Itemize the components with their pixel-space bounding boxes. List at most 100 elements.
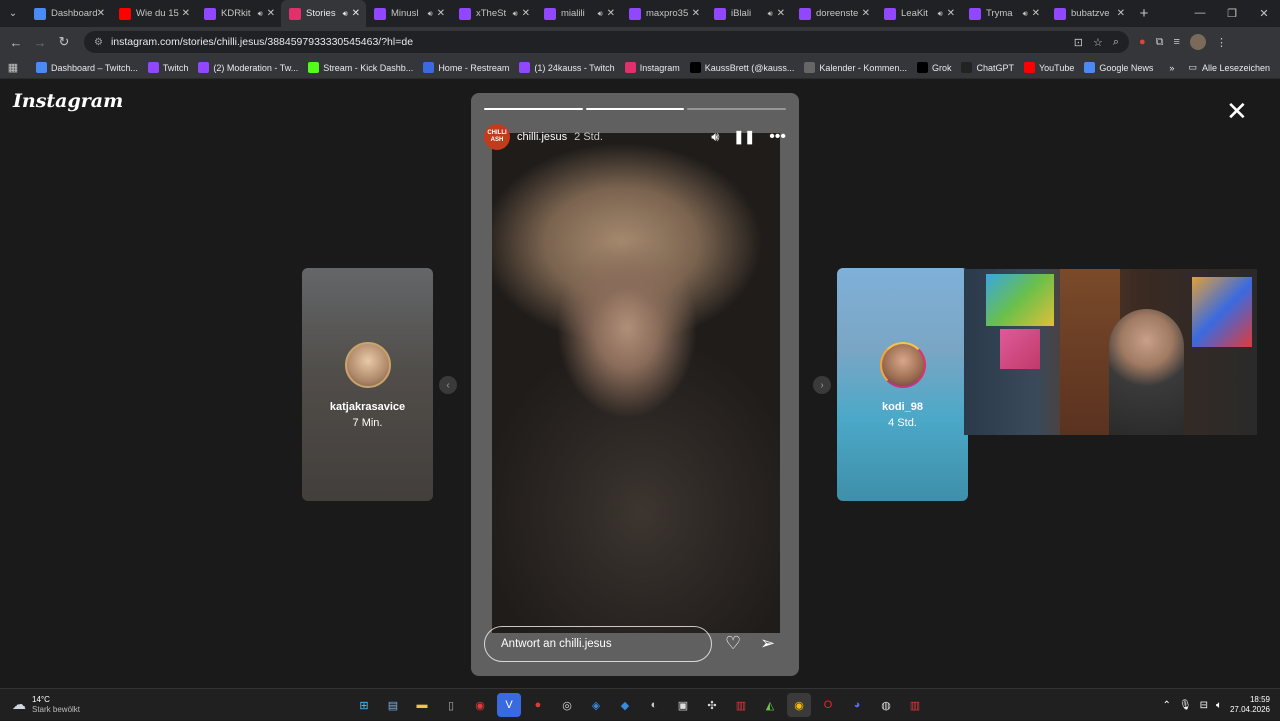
bookmark-item[interactable]: Stream - Kick Dashb... [308,62,413,73]
apps-grid-icon[interactable]: ▦ [0,61,26,74]
browser-tab[interactable]: mialili 🔊︎ ✕ [536,0,621,27]
browser-tab[interactable]: iBlali 🔊︎ ✕ [706,0,791,27]
speaker-icon[interactable]: 🔈︎ [1216,700,1222,711]
browser-tab[interactable]: Stories 🔊︎ ✕ [281,0,366,27]
tab-audio-icon[interactable]: 🔊︎ [768,9,773,19]
browser-tab[interactable]: Minusl 🔊︎ ✕ [366,0,451,27]
zoom-icon[interactable]: ⌕ [1113,36,1119,49]
close-tab-icon[interactable]: ✕ [97,8,105,19]
bookmark-item[interactable]: Twitch [147,62,188,73]
close-tab-icon[interactable]: ✕ [182,8,190,19]
browser-tab[interactable]: Wie du 15 ✕ [111,0,196,27]
file-explorer-icon[interactable]: ▬ [410,693,434,717]
app-red-icon[interactable]: ◉ [468,693,492,717]
bookmark-item[interactable]: (2) Moderation - Tw... [198,62,298,73]
minimize-icon[interactable]: — [1184,7,1216,20]
browser-tab[interactable]: Dashboard ✕ [26,0,111,27]
prev-story-arrow-icon[interactable]: ‹ [439,376,457,394]
tab-audio-icon[interactable]: 🔊︎ [258,9,263,19]
clock[interactable]: 18:59 27.04.2026 [1230,695,1270,715]
story-avatar[interactable]: CHILLI ASH [484,124,510,150]
media-control-icon[interactable]: ≡ [1174,36,1180,48]
app-ring-icon[interactable]: ◎ [555,693,579,717]
bookmark-item[interactable]: Dashboard – Twitch... [36,62,138,73]
close-stories-icon[interactable]: ✕ [1226,98,1248,124]
restore-icon[interactable]: ❐ [1216,7,1248,20]
browser-menu-icon[interactable]: ⋮ [1216,36,1227,49]
close-window-icon[interactable]: ✕ [1248,7,1280,20]
bookmark-item[interactable]: Grok [916,62,951,73]
browser-tab[interactable]: LeaKit 🔊︎ ✕ [876,0,961,27]
close-tab-icon[interactable]: ✕ [522,8,530,19]
tab-audio-icon[interactable]: 🔊︎ [428,9,433,19]
close-tab-icon[interactable]: ✕ [947,8,955,19]
app-red-box-icon[interactable]: ▥ [729,693,753,717]
pause-icon[interactable]: ❚❚ [733,129,755,145]
discord-icon[interactable]: ◕ [845,693,869,717]
close-tab-icon[interactable]: ✕ [777,8,785,19]
calculator-icon[interactable]: ▤ [381,693,405,717]
tab-audio-icon[interactable]: 🔊︎ [938,9,943,19]
tab-search-icon[interactable]: ⌄ [0,0,26,27]
app-red-box2-icon[interactable]: ▥ [903,693,927,717]
all-bookmarks[interactable]: » ▭ Alle Lesezeichen [1169,62,1280,73]
extensions-icon[interactable]: ⧉ [1156,36,1164,49]
app-black-icon[interactable]: ◍ [874,693,898,717]
instagram-logo[interactable]: Instagram [13,90,123,112]
start-icon[interactable]: ⊞ [352,693,376,717]
bookmark-item[interactable]: YouTube [1023,62,1074,73]
mic-icon[interactable]: 🎙︎ [1179,700,1192,711]
reply-input[interactable]: Antwort an chilli.jesus [484,626,712,662]
browser-tab[interactable]: KDRkit 🔊︎ ✕ [196,0,281,27]
reload-icon[interactable]: ↻ [52,34,76,50]
bookmark-item[interactable]: (1) 24kauss - Twitch [519,62,615,73]
close-tab-icon[interactable]: ✕ [1032,8,1040,19]
close-tab-icon[interactable]: ✕ [692,8,700,19]
bookmark-item[interactable]: ChatGPT [961,62,1014,73]
forward-icon[interactable]: → [28,35,52,50]
next-story-card[interactable]: kodi_98 4 Std. [837,268,968,501]
adblock-icon[interactable]: ● [1139,36,1146,48]
story-username[interactable]: chilli.jesus [517,131,567,143]
browser-tab[interactable]: maxpro35 ✕ [621,0,706,27]
close-tab-icon[interactable]: ✕ [437,8,445,19]
back-icon[interactable]: ← [4,35,28,50]
new-tab-button[interactable]: + [1131,5,1157,22]
profile-avatar[interactable] [1189,34,1206,50]
tray-overflow-icon[interactable]: ⌃ [1162,700,1170,711]
opera-icon[interactable]: O [816,693,840,717]
app-blue2-icon[interactable]: ◆ [613,693,637,717]
site-info-icon[interactable]: ⚙ [94,37,103,48]
chrome-icon[interactable]: ◉ [787,693,811,717]
volume-icon[interactable]: 🔊︎ [711,129,719,145]
next-story-arrow-icon[interactable]: › [813,376,831,394]
bookmark-item[interactable]: Home - Restream [423,62,509,73]
mouse-app-icon[interactable]: ▯ [439,693,463,717]
app-gear-icon[interactable]: ✣ [700,693,724,717]
app-green-icon[interactable]: ◭ [758,693,782,717]
share-send-icon[interactable]: ➢ [760,633,775,654]
prev-story-card[interactable]: katjakrasavice 7 Min. [302,268,433,501]
close-tab-icon[interactable]: ✕ [607,8,615,19]
bookmark-item[interactable]: Google News [1084,62,1153,73]
close-tab-icon[interactable]: ✕ [267,8,275,19]
tab-audio-icon[interactable]: 🔊︎ [513,9,518,19]
app-dark-icon[interactable]: ▣ [671,693,695,717]
more-options-icon[interactable]: ••• [769,128,786,146]
browser-tab[interactable]: bubatzve ✕ [1046,0,1131,27]
url-field[interactable]: ⚙ instagram.com/stories/chilli.jesus/388… [84,31,1129,53]
browser-tab[interactable]: doreenste ✕ [791,0,876,27]
like-heart-icon[interactable]: ♡ [725,633,741,654]
tab-audio-icon[interactable]: 🔊︎ [1023,9,1028,19]
close-tab-icon[interactable]: ✕ [1117,8,1125,19]
bookmark-star-icon[interactable]: ☆ [1093,36,1103,49]
bookmarks-overflow-icon[interactable]: » [1169,63,1174,73]
close-tab-icon[interactable]: ✕ [352,8,360,19]
bookmark-item[interactable]: Kalender - Kommen... [804,62,907,73]
close-tab-icon[interactable]: ✕ [862,8,870,19]
steam-icon[interactable]: ◐ [642,693,666,717]
network-icon[interactable]: ⊟ [1200,700,1208,711]
app-red-circle-icon[interactable]: ● [526,693,550,717]
app-v-icon[interactable]: V [497,693,521,717]
app-blue-icon[interactable]: ◈ [584,693,608,717]
